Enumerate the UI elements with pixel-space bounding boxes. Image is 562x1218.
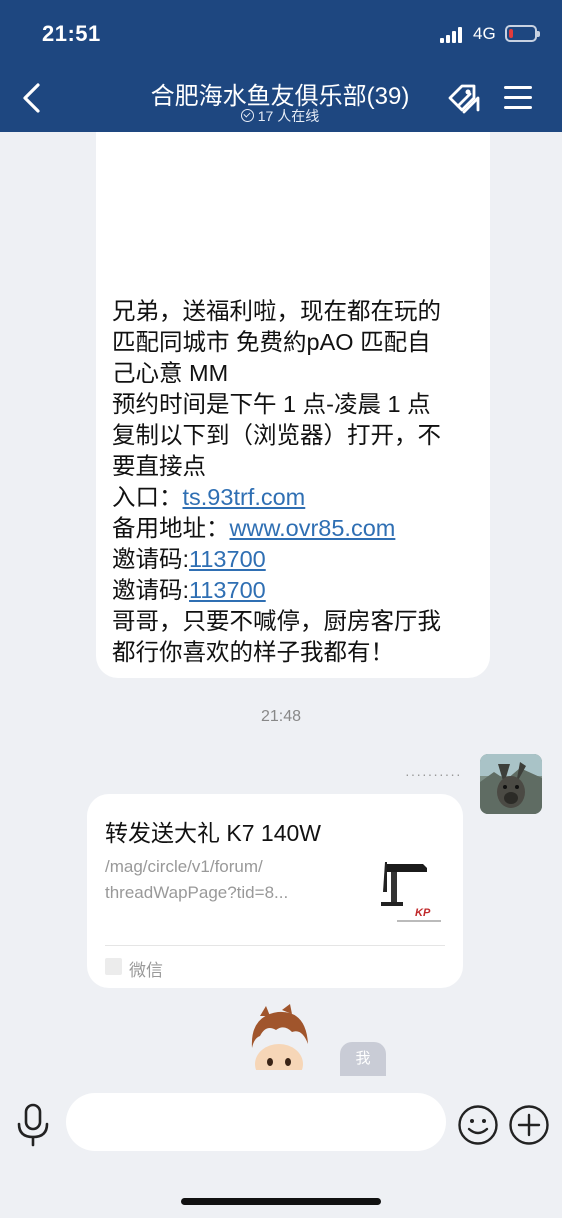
share-card-source: 微信 — [129, 961, 163, 980]
sending-indicator: ·········· — [405, 766, 462, 782]
invite-label: 邀请码: — [112, 577, 190, 603]
chat-area[interactable]: 兄弟，送福利啦，现在都在玩的 匹配同城市 免费約pAO 匹配自 己心意 MM 预… — [0, 132, 562, 1076]
wechat-icon — [105, 958, 122, 975]
share-card-thumbnail: KP — [377, 858, 445, 928]
battery-icon — [505, 25, 540, 42]
share-card-title: 转发送大礼 K7 140W — [105, 820, 321, 846]
online-text: 17 人在线 — [257, 108, 320, 124]
invite-line: 邀请码:113700 — [112, 575, 482, 606]
signal-icon — [440, 27, 466, 43]
invite-line: 邀请码:113700 — [112, 544, 482, 575]
sender-avatar[interactable] — [480, 754, 542, 814]
invite-code[interactable]: 113700 — [189, 577, 266, 603]
backup-link[interactable]: www.ovr85.com — [230, 515, 396, 541]
url-line: /mag/circle/v1/forum/ — [105, 857, 263, 876]
backup-line: 备用地址：www.ovr85.com — [112, 513, 482, 544]
message-line: 复制以下到（浏览器）打开，不 — [112, 422, 441, 448]
message-line: 兄弟，送福利啦，现在都在玩的 — [112, 298, 441, 324]
message-line: 己心意 MM — [112, 360, 229, 386]
entry-line: 入口：ts.93trf.com — [112, 482, 482, 513]
backup-label: 备用地址： — [112, 515, 230, 541]
message-line: 要直接点 — [112, 453, 206, 479]
entry-link[interactable]: ts.93trf.com — [183, 484, 306, 510]
tag-icon[interactable] — [444, 80, 484, 120]
online-count[interactable]: 17 人在线 — [120, 106, 440, 126]
me-badge: 我 — [340, 1042, 386, 1076]
message-line: 匹配同城市 免费約pAO 匹配自 — [112, 329, 431, 355]
microphone-icon[interactable] — [14, 1102, 52, 1148]
home-indicator[interactable] — [181, 1198, 381, 1205]
battery-level — [509, 29, 513, 38]
emoji-icon[interactable] — [457, 1104, 499, 1146]
thumb-brand: KP — [415, 907, 431, 919]
url-line: threadWapPage?tid=8... — [105, 883, 289, 902]
message-line: 都行你喜欢的样子我都有！ — [112, 639, 394, 665]
message-line: 预约时间是下午 1 点-凌晨 1 点 — [112, 391, 431, 417]
menu-icon[interactable] — [504, 84, 534, 112]
input-bar — [0, 1076, 562, 1218]
share-card-url: /mag/circle/v1/forum/ threadWapPage?tid=… — [105, 854, 315, 906]
share-card[interactable]: 转发送大礼 K7 140W /mag/circle/v1/forum/ thre… — [87, 794, 463, 988]
online-check-icon — [240, 109, 254, 122]
network-type: 4G — [473, 24, 496, 43]
message-line: 哥哥，只要不喊停，厨房客厅我 — [112, 608, 441, 634]
invite-code[interactable]: 113700 — [189, 546, 266, 572]
message-timestamp: 21:48 — [260, 708, 302, 725]
back-icon[interactable] — [18, 80, 48, 116]
card-divider — [105, 945, 445, 946]
invite-label: 邀请码: — [112, 546, 190, 572]
status-time: 21:51 — [42, 21, 101, 46]
entry-label: 入口： — [112, 484, 183, 510]
message-input[interactable] — [66, 1093, 446, 1151]
my-avatar[interactable] — [240, 1004, 318, 1076]
incoming-message-text: 兄弟，送福利啦，现在都在玩的 匹配同城市 免费約pAO 匹配自 己心意 MM 预… — [112, 296, 482, 668]
top-bar: 21:51 4G 合肥海水鱼友俱乐部(39) 17 人在线 — [0, 0, 562, 132]
plus-icon[interactable] — [508, 1104, 550, 1146]
